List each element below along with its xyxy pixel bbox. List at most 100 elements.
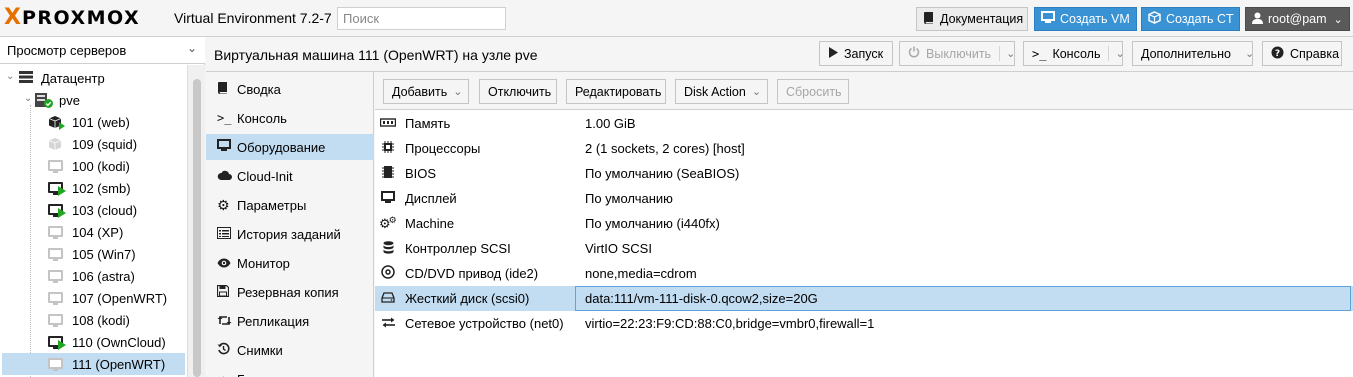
tree-node-guest-selected[interactable]: 111 (OpenWRT): [2, 353, 185, 375]
tree-node-guest[interactable]: 103 (cloud): [48, 199, 187, 221]
nav-item-monitor[interactable]: Монитор: [206, 250, 374, 276]
chevron-down-icon: ⌄: [751, 86, 762, 98]
tree-node-label: pve: [59, 92, 80, 108]
chevron-down-icon: ⌄: [1244, 48, 1255, 60]
terminal-icon: >_: [1032, 46, 1047, 61]
create-ct-button[interactable]: Создать CT: [1141, 7, 1240, 31]
nav-item-options[interactable]: ⚙ Параметры: [206, 192, 374, 218]
table-row[interactable]: BIOS По умолчанию (SeaBIOS): [375, 161, 1353, 186]
expander-icon[interactable]: ⌄: [6, 71, 14, 82]
table-row[interactable]: Память 1.00 GiB: [375, 111, 1353, 136]
proxmox-logo[interactable]: X PROXMOX: [4, 6, 140, 30]
tree-node-guest[interactable]: 105 (Win7): [48, 243, 187, 265]
resource-tree: ⌄ Датацентр ⌄ pve 101 (web) 109 (squid) …: [0, 65, 187, 377]
nav-item-hardware[interactable]: Оборудование: [206, 134, 374, 160]
table-row[interactable]: ⚙⚙ Machine По умолчанию (i440fx): [375, 211, 1353, 236]
memory-icon: [379, 116, 397, 131]
create-vm-button[interactable]: Создать VM: [1034, 7, 1137, 31]
gear-icon: ⚙: [217, 196, 230, 213]
nav-item-label: Оборудование: [237, 139, 326, 155]
nav-item-label: Параметры: [237, 197, 307, 213]
nav-item-label: Монитор: [237, 255, 290, 271]
microchip-icon: [379, 165, 397, 182]
nav-item-backup[interactable]: Резервная копия: [206, 279, 374, 305]
tree-node-pve[interactable]: pve: [34, 89, 187, 111]
book-icon: [217, 81, 237, 97]
tree-node-guest[interactable]: 108 (kodi): [48, 309, 187, 331]
hardware-name: Дисплей: [405, 191, 457, 206]
product-version: Virtual Environment 7.2-7: [174, 10, 332, 26]
tree-node-label: 103 (cloud): [72, 202, 138, 218]
reset-button[interactable]: Сбросить: [777, 79, 849, 104]
tree-node-label: 107 (OpenWRT): [72, 290, 168, 306]
more-button[interactable]: Дополнительно ⌄: [1132, 41, 1255, 66]
nav-item-firewall[interactable]: ▲ Б: [206, 366, 374, 377]
nav-item-replication[interactable]: Репликация: [206, 308, 374, 334]
shield-icon: ▲: [217, 372, 237, 377]
hardware-value: VirtIO SCSI: [585, 241, 652, 256]
container-stopped-icon: [48, 137, 65, 152]
expander-icon[interactable]: ⌄: [24, 93, 32, 104]
tree-node-guest[interactable]: 106 (astra): [48, 265, 187, 287]
edit-button[interactable]: Редактировать: [566, 79, 666, 104]
vm-stopped-icon: [48, 291, 65, 306]
tree-node-guest[interactable]: 100 (kodi): [48, 155, 187, 177]
nav-item-label: Cloud-Init: [237, 168, 293, 184]
hardware-name: Жесткий диск (scsi0): [405, 291, 530, 306]
add-button[interactable]: Добавить ⌄: [383, 79, 469, 104]
documentation-button[interactable]: Документация: [916, 7, 1028, 31]
cpu-icon: [379, 140, 397, 157]
tree-node-label: 101 (web): [72, 114, 130, 130]
scrollbar-thumb[interactable]: [193, 79, 201, 377]
hardware-name: BIOS: [405, 166, 437, 181]
table-row[interactable]: CD/DVD привод (ide2) none,media=cdrom: [375, 261, 1353, 286]
nav-item-task-history[interactable]: История заданий: [206, 221, 374, 247]
user-menu-button[interactable]: root@pam ⌄: [1245, 7, 1350, 31]
top-bar: X PROXMOX Virtual Environment 7.2-7 Доку…: [0, 0, 1353, 37]
vm-stopped-icon: [48, 247, 65, 262]
tree-node-guest[interactable]: 104 (XP): [48, 221, 187, 243]
table-row[interactable]: Процессоры 2 (1 sockets, 2 cores) [host]: [375, 136, 1353, 161]
tree-node-datacenter[interactable]: Датацентр: [18, 67, 187, 89]
tree-node-label: 111 (OpenWRT): [72, 356, 166, 372]
chevron-down-icon: ⌄: [1333, 13, 1343, 26]
console-button[interactable]: >_ Консоль ⌄: [1023, 41, 1125, 66]
table-row[interactable]: Контроллер SCSI VirtIO SCSI: [375, 236, 1353, 261]
view-selector[interactable]: Просмотр серверов ⌄: [0, 37, 205, 64]
nav-item-label: Репликация: [237, 313, 310, 329]
nav-item-cloud-init[interactable]: Cloud-Init: [206, 163, 374, 189]
table-row[interactable]: Сетевое устройство (net0) virtio=22:23:F…: [375, 311, 1353, 336]
server-icon: [18, 70, 34, 87]
shutdown-button[interactable]: Выключить ⌄: [899, 41, 1015, 66]
table-row[interactable]: Дисплей По умолчанию: [375, 186, 1353, 211]
tree-node-label: 105 (Win7): [72, 246, 136, 262]
nav-item-summary[interactable]: Сводка: [206, 76, 374, 102]
chevron-down-icon[interactable]: ⌄: [1108, 46, 1125, 61]
tree-node-guest[interactable]: 102 (smb): [48, 177, 187, 199]
nav-item-snapshots[interactable]: Снимки: [206, 337, 374, 363]
disk-action-button[interactable]: Disk Action ⌄: [675, 79, 768, 104]
tree-scrollbar[interactable]: [187, 65, 205, 377]
help-button[interactable]: ? Справка: [1262, 41, 1342, 66]
nav-item-console[interactable]: >_ Консоль: [206, 105, 374, 131]
tree-node-guest[interactable]: 101 (web): [48, 111, 187, 133]
tree-node-label: 106 (astra): [72, 268, 135, 284]
user-label: root@pam: [1268, 12, 1327, 26]
eye-icon: [217, 256, 237, 271]
table-row-selected[interactable]: Жесткий диск (scsi0) data:111/vm-111-dis…: [375, 286, 1353, 311]
svg-text:?: ?: [1275, 49, 1280, 59]
tree-node-label: 100 (kodi): [72, 158, 130, 174]
search-input[interactable]: [337, 7, 506, 30]
tree-node-guest[interactable]: 107 (OpenWRT): [48, 287, 187, 309]
vm-running-icon: [48, 181, 66, 196]
vm-running-icon: [48, 335, 66, 350]
hardware-value: 2 (1 sockets, 2 cores) [host]: [585, 141, 745, 156]
chevron-down-icon[interactable]: ⌄: [999, 46, 1015, 61]
tree-node-guest[interactable]: 110 (OwnCloud): [48, 331, 187, 353]
detach-button[interactable]: Отключить: [479, 79, 557, 104]
tree-node-guest[interactable]: 109 (squid): [48, 133, 187, 155]
nav-item-label: Б: [237, 372, 246, 377]
cogs-icon: ⚙⚙: [379, 214, 397, 231]
cdrom-icon: [379, 265, 397, 282]
start-button[interactable]: Запуск: [819, 41, 893, 66]
